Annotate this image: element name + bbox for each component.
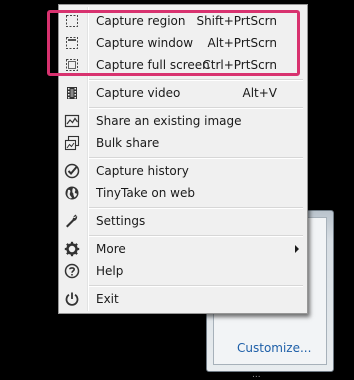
menu-separator xyxy=(89,79,303,81)
customize-link[interactable]: Customize... xyxy=(237,341,311,355)
menu-separator xyxy=(89,285,303,287)
taskbar-text: ... xyxy=(252,370,261,380)
menu-item-label: Settings xyxy=(96,214,146,228)
gear-icon xyxy=(64,241,80,257)
highlight-annotation xyxy=(47,10,300,76)
menu-separator xyxy=(89,207,303,209)
menu-item-help[interactable]: Help xyxy=(61,260,305,282)
menu-item-exit[interactable]: Exit xyxy=(61,288,305,310)
menu-item-settings[interactable]: Settings xyxy=(61,210,305,232)
menu-item-label: More xyxy=(96,242,126,256)
question-icon xyxy=(64,263,80,279)
image-icon xyxy=(64,114,80,128)
menu-item-bulk-share[interactable]: Bulk share xyxy=(61,132,305,154)
globe-icon xyxy=(65,186,79,200)
submenu-arrow-icon xyxy=(295,245,299,253)
menu-item-label: Share an existing image xyxy=(96,114,242,128)
video-icon xyxy=(67,87,77,99)
menu-item-more[interactable]: More xyxy=(61,238,305,260)
menu-item-tinytake-on-web[interactable]: TinyTake on web xyxy=(61,182,305,204)
menu-item-capture-history[interactable]: Capture history xyxy=(61,160,305,182)
menu-item-label: Capture history xyxy=(96,164,189,178)
menu-item-share-existing-image[interactable]: Share an existing image xyxy=(61,110,305,132)
menu-separator xyxy=(89,235,303,237)
power-icon xyxy=(65,292,79,306)
menu-item-label: Exit xyxy=(96,292,119,306)
menu-item-label: Bulk share xyxy=(96,136,160,150)
menu-item-label: Capture video xyxy=(96,86,181,100)
menu-item-label: TinyTake on web xyxy=(96,186,195,200)
menu-item-label: Help xyxy=(96,264,124,278)
check-circle-icon xyxy=(64,163,80,179)
menu-separator xyxy=(89,157,303,159)
bulk-share-icon xyxy=(64,135,80,151)
menu-item-shortcut: Alt+V xyxy=(242,86,277,100)
menu-item-capture-video[interactable]: Capture video Alt+V xyxy=(61,82,305,104)
menu-separator xyxy=(89,107,303,109)
wrench-icon xyxy=(66,214,78,228)
